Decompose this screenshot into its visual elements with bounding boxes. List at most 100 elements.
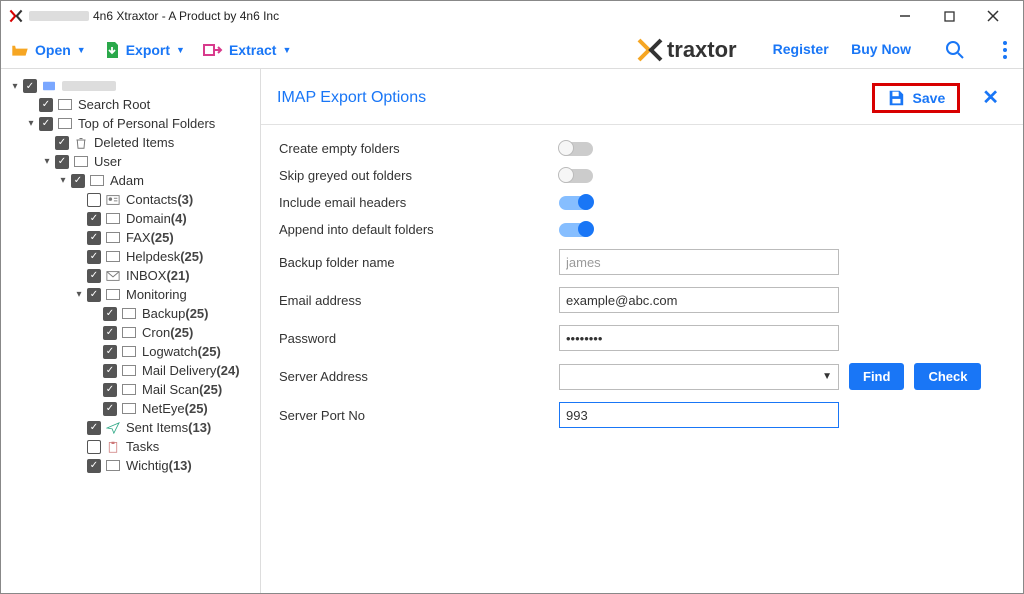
content-area: ▾✓✓Search Root▾✓Top of Personal Folders✓… [1, 69, 1023, 593]
save-button[interactable]: Save [872, 83, 961, 113]
tree-checkbox[interactable]: ✓ [103, 364, 117, 378]
append-default-row: Append into default folders [279, 216, 1005, 243]
create-empty-folders-label: Create empty folders [279, 141, 559, 156]
tree-node[interactable]: ✓Backup (25) [9, 304, 256, 323]
server-address-combo[interactable]: ▼ [559, 364, 839, 390]
tree-checkbox[interactable]: ✓ [103, 345, 117, 359]
email-row: Email address [279, 281, 1005, 319]
tree-toggle-icon[interactable]: ▾ [9, 81, 21, 92]
skip-greyed-toggle[interactable] [559, 169, 593, 183]
tree-toggle-icon[interactable]: ▾ [57, 175, 69, 186]
extract-icon [203, 43, 223, 57]
tree-checkbox[interactable]: ✓ [39, 117, 53, 131]
tree-node[interactable]: ✓Search Root [9, 95, 256, 114]
tree-checkbox[interactable]: ✓ [103, 402, 117, 416]
append-default-toggle[interactable] [559, 223, 593, 237]
redacted-text [29, 11, 89, 21]
server-address-row: Server Address ▼ Find Check [279, 357, 1005, 396]
open-menu[interactable]: Open▼ [11, 42, 86, 58]
app-logo-icon [9, 9, 23, 23]
title-bar: 4n6 Xtraxtor - A Product by 4n6 Inc [1, 1, 1023, 31]
tree-checkbox[interactable]: ✓ [55, 155, 69, 169]
email-label: Email address [279, 293, 559, 308]
export-label: Export [126, 42, 170, 58]
tree-node[interactable]: ▾✓ [9, 77, 256, 95]
tree-node[interactable]: ▾✓Monitoring [9, 285, 256, 304]
panel-close-button[interactable]: ✕ [974, 81, 1007, 114]
tree-checkbox[interactable]: ✓ [71, 174, 85, 188]
header-links: Register Buy Now [755, 41, 911, 59]
skip-greyed-label: Skip greyed out folders [279, 168, 559, 183]
include-headers-toggle[interactable] [559, 196, 593, 210]
close-button[interactable] [971, 1, 1015, 31]
more-menu-icon[interactable] [997, 41, 1013, 59]
check-button[interactable]: Check [914, 363, 981, 390]
tree-node[interactable]: ✓FAX (25) [9, 228, 256, 247]
tree-checkbox[interactable]: ✓ [87, 288, 101, 302]
tree-checkbox[interactable]: ✓ [103, 326, 117, 340]
search-icon[interactable] [945, 40, 965, 60]
tree-checkbox[interactable]: ✓ [39, 98, 53, 112]
tree-checkbox[interactable]: ✓ [55, 136, 69, 150]
tree-checkbox[interactable]: ✓ [87, 212, 101, 226]
find-button[interactable]: Find [849, 363, 904, 390]
tree-checkbox[interactable]: ✓ [87, 459, 101, 473]
backup-folder-input[interactable] [559, 249, 839, 275]
tree-toggle-icon[interactable]: ▾ [41, 156, 53, 167]
options-form: Create empty folders Skip greyed out fol… [261, 129, 1023, 440]
tree-checkbox[interactable]: ✓ [87, 421, 101, 435]
tree-node[interactable]: ✓NetEye (25) [9, 399, 256, 418]
tree-node[interactable]: ✓Mail Scan (25) [9, 380, 256, 399]
minimize-button[interactable] [883, 1, 927, 31]
create-empty-folders-toggle[interactable] [559, 142, 593, 156]
tree-checkbox[interactable]: ✓ [103, 383, 117, 397]
tree-node[interactable]: ✓Wichtig (13) [9, 456, 256, 475]
server-port-label: Server Port No [279, 408, 559, 423]
tree-node[interactable]: ✓Mail Delivery (24) [9, 361, 256, 380]
email-input[interactable] [559, 287, 839, 313]
register-link[interactable]: Register [773, 41, 829, 57]
panel-title: IMAP Export Options [277, 89, 872, 107]
tree-node[interactable]: ▾✓User [9, 152, 256, 171]
folder-open-icon [11, 43, 29, 57]
tree-node[interactable]: ✓Logwatch (25) [9, 342, 256, 361]
tree-node[interactable]: ✓Sent Items (13) [9, 418, 256, 437]
tree-checkbox[interactable]: ✓ [87, 231, 101, 245]
tree-node[interactable]: ✓Deleted Items [9, 133, 256, 152]
tree-node[interactable]: Tasks [9, 437, 256, 456]
password-label: Password [279, 331, 559, 346]
backup-folder-row: Backup folder name [279, 243, 1005, 281]
tree-toggle-icon[interactable]: ▾ [73, 289, 85, 300]
extract-label: Extract [229, 42, 276, 58]
window-title: 4n6 Xtraxtor - A Product by 4n6 Inc [93, 9, 883, 23]
tree-toggle-icon[interactable]: ▾ [25, 118, 37, 129]
include-headers-row: Include email headers [279, 189, 1005, 216]
tree-checkbox[interactable] [87, 440, 101, 454]
tree-node[interactable]: ✓INBOX (21) [9, 266, 256, 285]
tree-node[interactable]: ▾✓Adam [9, 171, 256, 190]
tree-node[interactable]: Contacts (3) [9, 190, 256, 209]
extract-menu[interactable]: Extract▼ [203, 42, 291, 58]
folder-tree[interactable]: ▾✓✓Search Root▾✓Top of Personal Folders✓… [1, 69, 261, 593]
tree-checkbox[interactable]: ✓ [87, 269, 101, 283]
app-window: 4n6 Xtraxtor - A Product by 4n6 Inc Open… [0, 0, 1024, 594]
server-port-input[interactable] [559, 402, 839, 428]
tree-checkbox[interactable]: ✓ [87, 250, 101, 264]
password-input[interactable] [559, 325, 839, 351]
buy-now-link[interactable]: Buy Now [851, 41, 911, 57]
tree-node[interactable]: ✓Domain (4) [9, 209, 256, 228]
brand-logo: traxtor [637, 37, 737, 63]
tree-checkbox[interactable] [87, 193, 101, 207]
tree-checkbox[interactable]: ✓ [23, 79, 37, 93]
main-toolbar: Open▼ Export▼ Extract▼ traxtor Register … [1, 31, 1023, 69]
server-address-label: Server Address [279, 369, 559, 384]
brand-x-icon [637, 38, 665, 62]
tree-checkbox[interactable]: ✓ [103, 307, 117, 321]
export-menu[interactable]: Export▼ [104, 41, 185, 59]
open-label: Open [35, 42, 71, 58]
tree-node[interactable]: ✓Helpdesk (25) [9, 247, 256, 266]
maximize-button[interactable] [927, 1, 971, 31]
tree-node[interactable]: ✓Cron (25) [9, 323, 256, 342]
tree-node[interactable]: ▾✓Top of Personal Folders [9, 114, 256, 133]
server-port-row: Server Port No [279, 396, 1005, 434]
